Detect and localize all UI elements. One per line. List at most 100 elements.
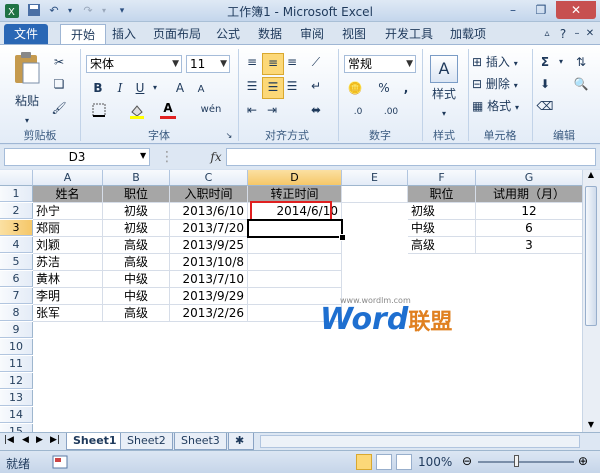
row-header[interactable]: 4 xyxy=(0,237,33,253)
table-cell[interactable]: 2013/10/8 xyxy=(170,254,248,271)
minimize-icon[interactable]: – xyxy=(500,1,526,19)
table-cell[interactable]: 2013/7/10 xyxy=(170,271,248,288)
insert-cells-button[interactable]: ⊞ 插入 ▾ xyxy=(472,53,528,73)
table-header-cell[interactable]: 职位 xyxy=(103,186,170,203)
table-cell[interactable]: 2013/2/26 xyxy=(170,305,248,322)
copy-icon[interactable]: ❏ xyxy=(50,75,68,93)
name-box-dropdown-icon[interactable]: ▼ xyxy=(140,151,146,160)
merge-center-icon[interactable]: ⬌ xyxy=(306,101,326,119)
macro-record-icon[interactable] xyxy=(52,455,68,472)
scroll-down-icon[interactable]: ▼ xyxy=(585,420,597,432)
row-header[interactable]: 11 xyxy=(0,356,33,372)
close-icon[interactable]: ✕ xyxy=(556,1,596,19)
select-all-corner[interactable] xyxy=(0,170,33,186)
table-cell[interactable]: 刘颖 xyxy=(33,237,103,254)
lookup-cell[interactable]: 3 xyxy=(476,237,583,254)
tab-review[interactable]: 审阅 xyxy=(296,24,328,44)
table-cell[interactable]: 2013/6/10 xyxy=(170,203,248,220)
page-break-view-icon[interactable] xyxy=(396,454,412,470)
tab-view[interactable]: 视图 xyxy=(338,24,370,44)
table-cell[interactable]: 李明 xyxy=(33,288,103,305)
table-cell-date[interactable] xyxy=(248,271,342,288)
phonetic-button[interactable]: wén xyxy=(200,101,222,119)
border-icon[interactable] xyxy=(90,103,108,122)
increase-indent-icon[interactable]: ⇥ xyxy=(262,101,282,119)
insert-function-button[interactable]: fx xyxy=(206,148,226,166)
italic-button[interactable]: I xyxy=(112,79,128,97)
row-header[interactable]: 13 xyxy=(0,390,33,406)
row-header[interactable]: 5 xyxy=(0,254,33,270)
font-dialog-launcher-icon[interactable]: ↘ xyxy=(224,127,234,145)
column-header-g[interactable]: G xyxy=(476,170,583,186)
active-cell-d3[interactable] xyxy=(247,219,343,238)
table-cell[interactable]: 孙宁 xyxy=(33,203,103,220)
align-top-icon[interactable]: ≡ xyxy=(242,53,262,73)
wrap-text-icon[interactable]: ↵ xyxy=(306,77,326,95)
insert-sheet-icon[interactable]: ✱ xyxy=(228,433,254,450)
find-select-icon[interactable]: 🔍 xyxy=(570,75,592,93)
column-header-d[interactable]: D xyxy=(248,170,342,186)
underline-button[interactable]: U xyxy=(132,79,148,97)
tab-formulas[interactable]: 公式 xyxy=(212,24,244,44)
last-sheet-icon[interactable]: ▶| xyxy=(50,435,60,445)
row-header[interactable]: 7 xyxy=(0,288,33,304)
table-cell[interactable]: 张军 xyxy=(33,305,103,322)
tab-file[interactable]: 文件 xyxy=(4,24,48,44)
decrease-indent-icon[interactable]: ⇤ xyxy=(242,101,262,119)
styles-button[interactable]: A 样式 ▾ xyxy=(426,53,462,123)
row-header[interactable]: 10 xyxy=(0,339,33,355)
fill-icon[interactable]: ⬇ xyxy=(536,75,554,93)
table-cell-date[interactable] xyxy=(248,237,342,254)
align-bottom-icon[interactable]: ≡ xyxy=(282,53,302,73)
zoom-out-icon[interactable]: ⊖ xyxy=(462,454,472,468)
format-painter-icon[interactable]: 🖌 xyxy=(50,99,68,117)
table-cell[interactable]: 中级 xyxy=(103,288,170,305)
row-header[interactable]: 9 xyxy=(0,322,33,338)
table-cell[interactable]: 高级 xyxy=(103,305,170,322)
underline-dropdown-icon[interactable]: ▾ xyxy=(150,79,160,97)
font-color-button[interactable]: A xyxy=(160,101,176,119)
comma-button[interactable]: , xyxy=(398,79,414,97)
grow-font-button[interactable]: A xyxy=(172,79,188,97)
table-cell-date[interactable] xyxy=(248,254,342,271)
worksheet-grid[interactable]: A B C D E F G 1 2 3 4 5 6 7 8 9 10 11 12… xyxy=(0,170,600,432)
lookup-cell[interactable]: 12 xyxy=(476,203,583,220)
align-middle-icon[interactable]: ≡ xyxy=(262,53,284,75)
row-header[interactable]: 3 xyxy=(0,220,33,236)
lookup-cell[interactable]: 6 xyxy=(476,220,583,237)
table-cell[interactable]: 中级 xyxy=(103,271,170,288)
minimize-ribbon-icon[interactable]: ▵ xyxy=(540,24,554,44)
percent-button[interactable]: % xyxy=(376,79,392,97)
prev-sheet-icon[interactable]: ◀ xyxy=(22,435,29,445)
row-header[interactable]: 15 xyxy=(0,424,33,432)
number-format-combo[interactable]: 常规 ▼ xyxy=(344,55,416,73)
tab-home[interactable]: 开始 xyxy=(60,24,106,45)
tab-addins[interactable]: 加载项 xyxy=(446,24,490,44)
table-cell[interactable]: 初级 xyxy=(103,203,170,220)
column-header-f[interactable]: F xyxy=(408,170,476,186)
normal-view-icon[interactable] xyxy=(356,454,372,470)
name-box[interactable]: D3 xyxy=(4,148,150,166)
column-header-b[interactable]: B xyxy=(103,170,170,186)
first-sheet-icon[interactable]: |◀ xyxy=(4,435,14,445)
workbook-close-icon[interactable]: ✕ xyxy=(584,24,596,44)
horizontal-scrollbar[interactable] xyxy=(260,435,580,448)
table-cell[interactable]: 苏洁 xyxy=(33,254,103,271)
font-size-combo[interactable]: 11 ▼ xyxy=(186,55,230,73)
table-cell[interactable]: 2013/9/29 xyxy=(170,288,248,305)
increase-decimal-button[interactable]: .0 xyxy=(346,103,370,121)
format-cells-button[interactable]: ▦ 格式 ▾ xyxy=(472,97,528,117)
table-cell[interactable]: 高级 xyxy=(103,254,170,271)
sort-filter-icon[interactable]: ⇅ xyxy=(570,53,592,71)
row-header[interactable]: 1 xyxy=(0,186,33,202)
column-header-c[interactable]: C xyxy=(170,170,248,186)
row-header[interactable]: 2 xyxy=(0,203,33,219)
column-header-a[interactable]: A xyxy=(33,170,103,186)
zoom-slider[interactable] xyxy=(478,461,574,463)
tab-developer[interactable]: 开发工具 xyxy=(380,24,438,44)
fill-color-icon[interactable] xyxy=(128,103,146,124)
align-right-icon[interactable]: ☰ xyxy=(282,77,302,97)
row-header[interactable]: 12 xyxy=(0,373,33,389)
cut-icon[interactable]: ✂ xyxy=(50,53,68,71)
table-cell[interactable]: 2013/9/25 xyxy=(170,237,248,254)
